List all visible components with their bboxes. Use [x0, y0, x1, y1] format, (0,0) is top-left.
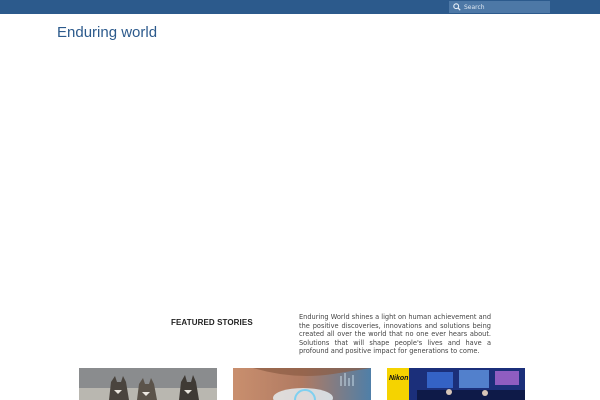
eye-technology-photo [233, 368, 371, 400]
featured-stories-heading: FEATURED STORIES [171, 318, 253, 327]
featured-story-card-nikon[interactable]: Nikon [387, 368, 525, 400]
search-icon [453, 3, 461, 11]
featured-story-card-eye[interactable] [233, 368, 371, 400]
site-title[interactable]: Enduring world [57, 24, 157, 41]
nikon-event-photo: Nikon [387, 368, 525, 400]
featured-story-card-wolves[interactable] [79, 368, 217, 400]
search-box[interactable] [449, 1, 550, 13]
search-input[interactable] [464, 2, 549, 12]
site-intro-text: Enduring World shines a light on human a… [299, 313, 491, 355]
wolves-photo [79, 368, 217, 400]
nikon-logo: Nikon [389, 375, 408, 382]
top-bar [0, 0, 600, 14]
